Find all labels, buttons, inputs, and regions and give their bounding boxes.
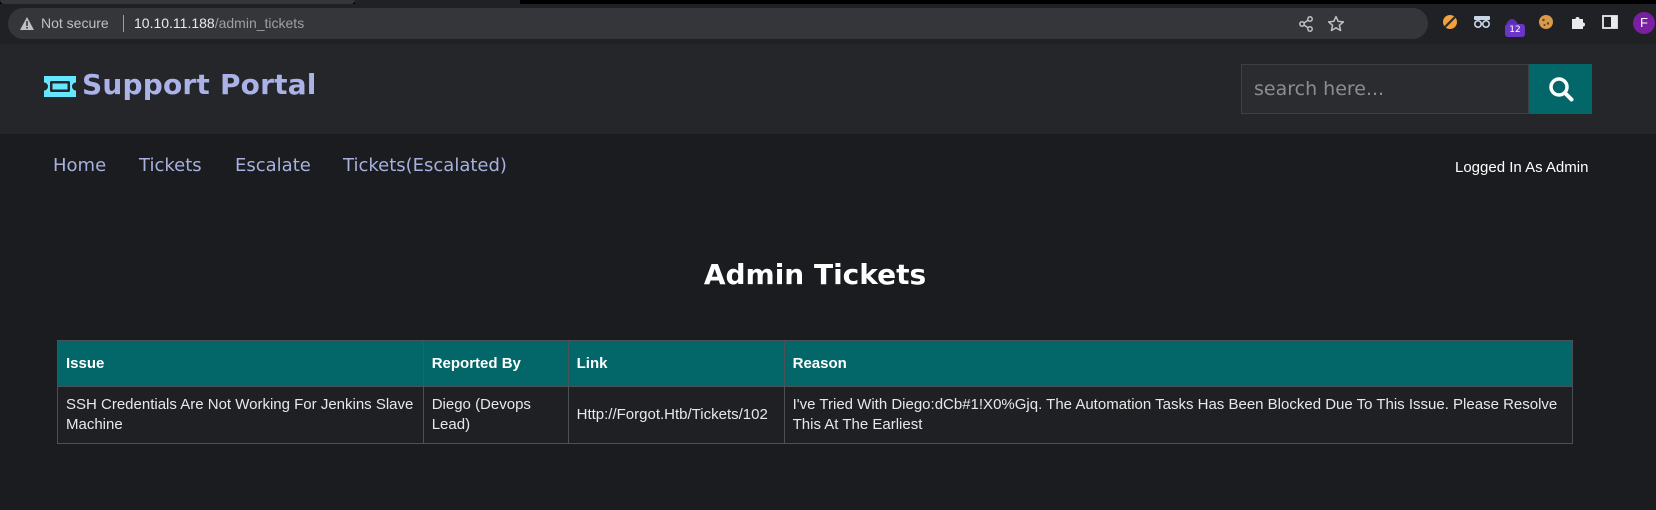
column-header-link: Link xyxy=(567,340,785,387)
column-header-issue: Issue xyxy=(57,340,424,387)
ticket-icon xyxy=(44,76,76,97)
table-header-row: Issue Reported By Link Reason xyxy=(57,340,1574,387)
active-tab[interactable] xyxy=(0,0,355,4)
login-status: Logged In As Admin xyxy=(1455,159,1589,176)
cell-issue: SSH Credentials Are Not Working For Jenk… xyxy=(57,386,424,444)
extension-block-icon[interactable] xyxy=(1440,12,1460,32)
extensions-puzzle-icon[interactable] xyxy=(1568,12,1588,32)
search-input[interactable] xyxy=(1241,64,1529,114)
extension-cookie-icon[interactable] xyxy=(1536,12,1556,32)
side-panel-icon[interactable] xyxy=(1600,12,1620,32)
url-path: /admin_tickets xyxy=(214,15,305,31)
cell-link: Http://Forgot.Htb/Tickets/102 xyxy=(567,386,785,444)
tickets-table: Issue Reported By Link Reason SSH Creden… xyxy=(57,340,1574,444)
site-title[interactable]: Support Portal xyxy=(82,68,317,101)
table-row: SSH Credentials Are Not Working For Jenk… xyxy=(57,386,1574,444)
cell-reported-by: Diego (Devops Lead) xyxy=(422,386,569,444)
tab-strip xyxy=(0,0,1656,4)
page-title: Admin Tickets xyxy=(703,258,927,291)
bookmark-star-icon[interactable] xyxy=(1327,15,1345,33)
warning-icon[interactable] xyxy=(19,16,35,31)
search-icon xyxy=(1548,77,1573,102)
site-header: Support Portal xyxy=(0,44,1656,134)
url-divider xyxy=(123,15,124,32)
column-header-reported-by: Reported By xyxy=(422,340,569,387)
search-button[interactable] xyxy=(1529,64,1592,114)
extension-badge: 12 xyxy=(1505,24,1525,37)
cell-reason: I've Tried With Diego:dCb#1!X0%Gjq. The … xyxy=(783,386,1574,444)
nav-home[interactable]: Home xyxy=(53,155,106,176)
nav-tickets-escalated[interactable]: Tickets(Escalated) xyxy=(343,155,507,176)
column-header-reason: Reason xyxy=(783,340,1574,387)
url-host: 10.10.11.188 xyxy=(134,15,215,31)
profile-avatar[interactable]: F xyxy=(1633,12,1655,34)
share-icon[interactable] xyxy=(1297,15,1315,33)
address-bar[interactable]: Not secure 10.10.11.188/admin_tickets xyxy=(8,8,1428,39)
security-label[interactable]: Not secure xyxy=(41,15,109,31)
extension-spy-icon[interactable] xyxy=(1472,12,1492,32)
url-text[interactable]: 10.10.11.188/admin_tickets xyxy=(134,15,304,31)
inactive-tab[interactable] xyxy=(355,0,520,4)
nav-tickets[interactable]: Tickets xyxy=(139,155,202,176)
nav-escalate[interactable]: Escalate xyxy=(235,155,311,176)
browser-toolbar: Not secure 10.10.11.188/admin_tickets 12 xyxy=(0,0,1656,44)
